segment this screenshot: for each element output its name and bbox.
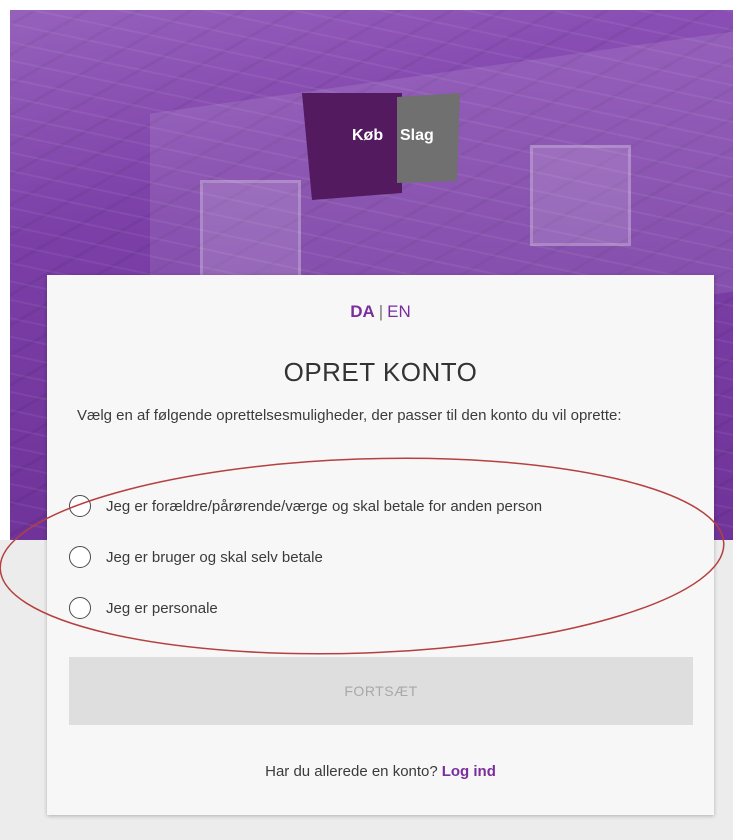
login-prompt-row: Har du allerede en konto? Log ind [47, 763, 714, 780]
radio-icon[interactable] [69, 597, 91, 619]
option-label: Jeg er personale [106, 599, 218, 617]
kob-slag-logo: Køb Slag [302, 93, 460, 200]
page-title: OPRET KONTO [283, 357, 478, 387]
language-switcher: DA | EN [47, 302, 714, 322]
continue-button[interactable]: FORTSÆT [69, 657, 693, 725]
signup-card: DA | EN OPRET KONTO Vælg en af følgende op… [47, 275, 714, 815]
language-separator: | [378, 302, 384, 321]
radio-icon[interactable] [69, 495, 91, 517]
option-label: Jeg er bruger og skal selv betale [106, 548, 323, 566]
language-da[interactable]: DA [350, 302, 375, 321]
language-en[interactable]: EN [387, 302, 411, 321]
dormer-window-left [200, 180, 301, 281]
option-label: Jeg er forældre/pårørende/værge og skal … [106, 497, 543, 515]
intro-text: Vælg en af følgende oprettelsesmulighede… [77, 407, 622, 424]
dormer-window-right [530, 145, 631, 246]
login-link[interactable]: Log ind [442, 763, 496, 780]
logo-left-text: Køb [352, 127, 383, 144]
option-staff[interactable]: Jeg er personale [69, 597, 218, 619]
option-user-self-pay[interactable]: Jeg er bruger og skal selv betale [69, 546, 323, 568]
radio-icon[interactable] [69, 546, 91, 568]
logo-right-text: Slag [400, 127, 434, 144]
option-parent-guardian[interactable]: Jeg er forældre/pårørende/værge og skal … [69, 495, 542, 517]
login-prompt: Har du allerede en konto? [265, 763, 438, 780]
